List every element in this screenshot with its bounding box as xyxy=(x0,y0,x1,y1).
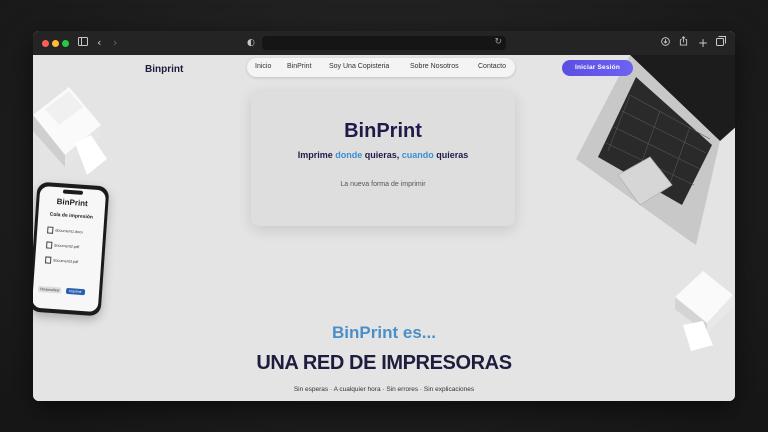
main-nav: Inicio BinPrint Soy Una Copisteria Sobre… xyxy=(247,58,515,77)
phone-print-button: Imprimir xyxy=(65,287,85,296)
nav-inicio[interactable]: Inicio xyxy=(255,63,271,70)
chevron-right-icon[interactable]: › xyxy=(113,36,117,50)
printer-image xyxy=(33,87,107,175)
chevron-left-icon[interactable]: ‹ xyxy=(97,36,101,50)
new-tab-icon[interactable]: + xyxy=(698,36,708,50)
phone-file-name: document1.docx xyxy=(55,228,84,235)
address-bar[interactable]: ↻ xyxy=(262,36,506,50)
subtitle-highlight: cuando xyxy=(401,150,434,160)
document-icon xyxy=(44,256,52,264)
shield-icon[interactable]: ◐ xyxy=(247,36,255,50)
browser-window: ‹ › ◐ ↻ + BinPrint Cola de impresión doc… xyxy=(33,31,735,401)
minimize-window-button[interactable] xyxy=(52,40,59,47)
document-icon xyxy=(47,226,54,234)
tabs-overview-icon[interactable] xyxy=(716,36,726,50)
reload-icon[interactable]: ↻ xyxy=(494,37,502,47)
subtitle-part: Imprime xyxy=(297,150,336,160)
phone-app-subtitle: Cola de impresión xyxy=(49,211,94,221)
sidebar-icon[interactable] xyxy=(78,36,88,50)
phone-app-title: BinPrint xyxy=(56,197,89,209)
hero-card: BinPrint Imprime donde quieras, cuando q… xyxy=(251,91,515,226)
phone-mockup: BinPrint Cola de impresión document1.doc… xyxy=(33,181,110,317)
browser-toolbar: ‹ › ◐ ↻ + xyxy=(33,31,735,55)
hero-subtitle: Imprime donde quieras, cuando quieras xyxy=(251,150,515,160)
laptop-image xyxy=(576,55,735,245)
nav-sobre-nosotros[interactable]: Sobre Nosotros xyxy=(410,63,459,70)
phone-personalize-button: Personalizar xyxy=(37,285,62,294)
section-features: Sin esperas · A cualquier hora · Sin err… xyxy=(293,386,475,393)
phone-file-name: document2.pdf xyxy=(54,243,80,250)
phone-file-item: document3.pdf xyxy=(44,256,79,265)
subtitle-part: quieras, xyxy=(362,150,402,160)
subtitle-highlight: donde xyxy=(335,150,363,160)
hero-title: BinPrint xyxy=(344,120,422,142)
close-window-button[interactable] xyxy=(42,40,49,47)
phone-notch xyxy=(62,189,84,195)
section-lead: BinPrint es... xyxy=(332,323,436,342)
web-page: BinPrint Cola de impresión document1.doc… xyxy=(33,55,735,401)
section-headline: UNA RED DE IMPRESORAS xyxy=(256,352,512,374)
phone-screen: BinPrint Cola de impresión document1.doc… xyxy=(33,185,107,313)
hero-tagline: La nueva forma de imprimir xyxy=(340,181,426,188)
phone-file-name: document3.pdf xyxy=(53,258,79,265)
download-icon[interactable] xyxy=(661,36,670,50)
nav-contacto[interactable]: Contacto xyxy=(478,63,506,70)
nav-soy-una-copisteria[interactable]: Soy Una Copisteria xyxy=(329,63,389,70)
share-icon[interactable] xyxy=(679,36,688,50)
zoom-window-button[interactable] xyxy=(62,40,69,47)
login-button[interactable]: Iniciar Sesión xyxy=(562,60,633,76)
phone-file-item: document2.pdf xyxy=(45,241,80,250)
document-icon xyxy=(45,241,53,249)
nav-binprint[interactable]: BinPrint xyxy=(287,63,312,70)
subtitle-part: quieras xyxy=(433,150,469,160)
site-logo[interactable]: Binprint xyxy=(145,64,183,75)
phone-file-item: document1.docx xyxy=(47,226,83,235)
